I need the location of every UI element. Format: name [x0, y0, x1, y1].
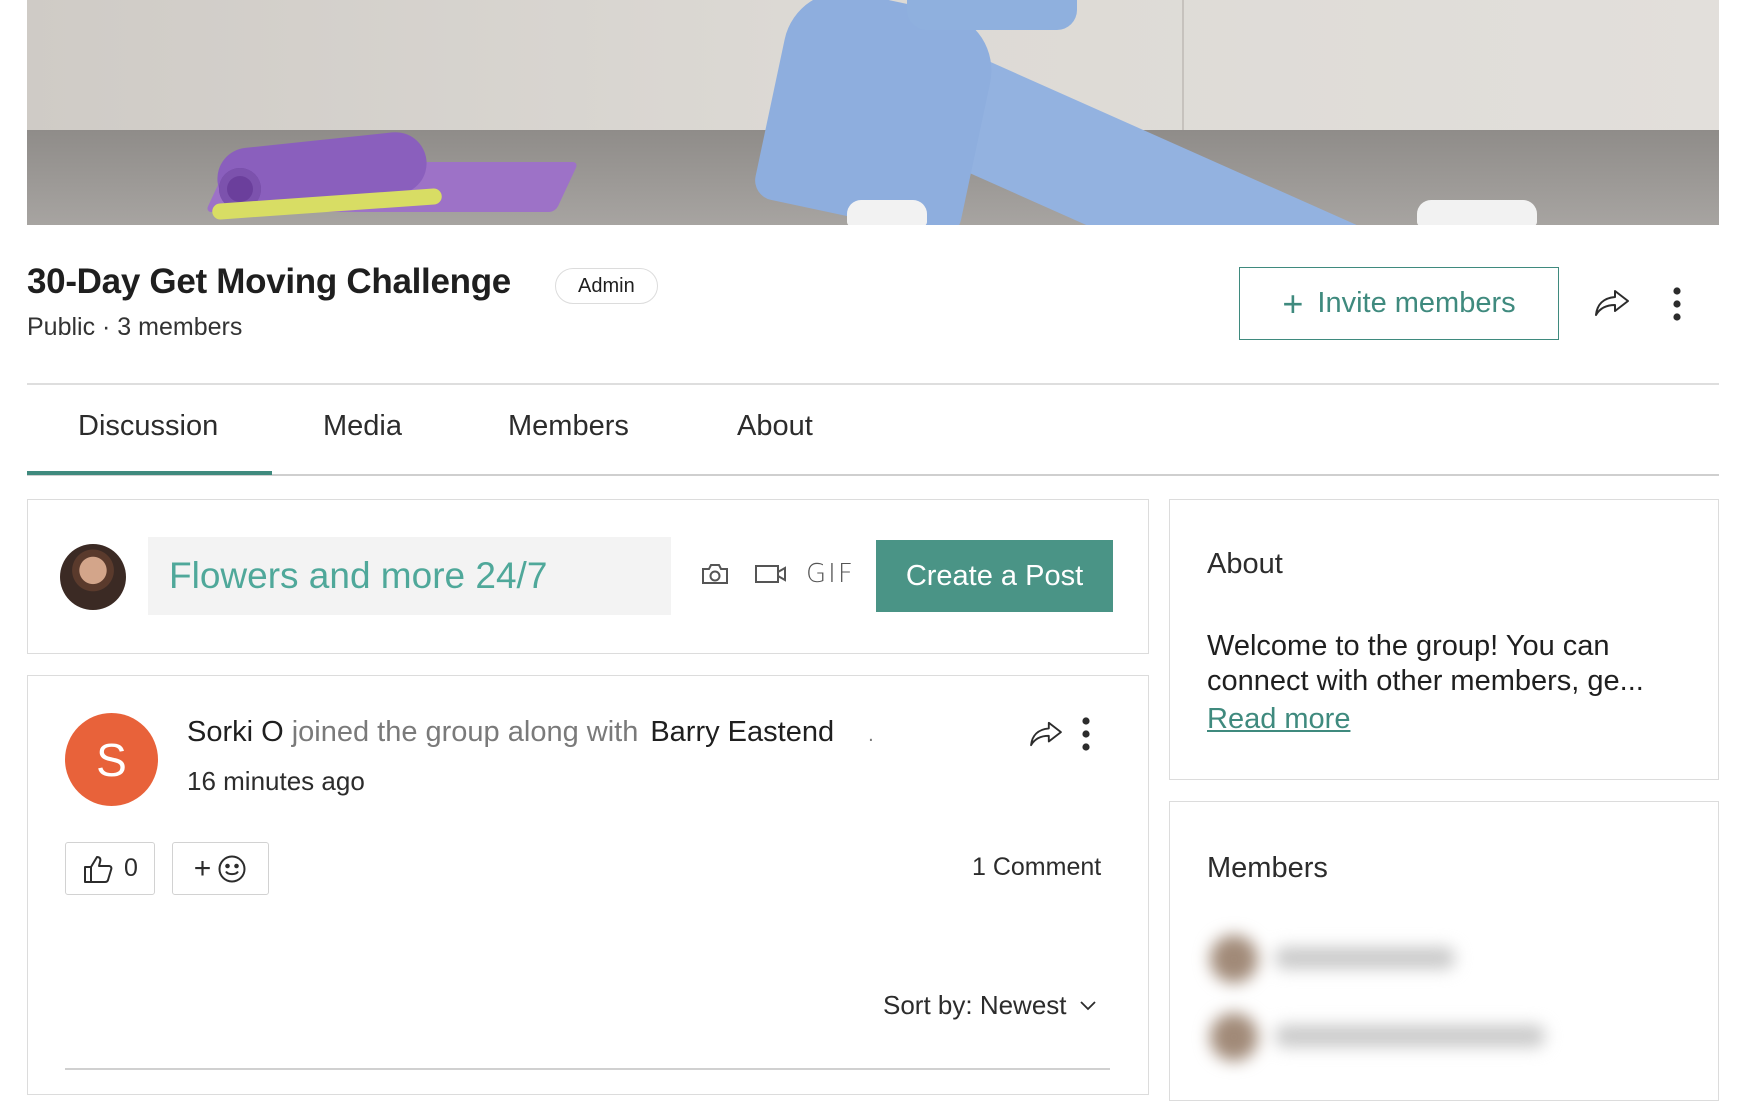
smiley-icon [218, 855, 246, 882]
plus-icon: + [1282, 282, 1304, 324]
about-title: About [1207, 548, 1283, 580]
post-more-icon[interactable] [1081, 716, 1091, 757]
tab-members[interactable]: Members [508, 410, 629, 443]
members-title: Members [1207, 852, 1328, 884]
add-reaction-button[interactable]: + [172, 842, 269, 895]
invite-members-button[interactable]: + Invite members [1239, 267, 1559, 340]
member-item[interactable] [1200, 1003, 1570, 1061]
invite-members-label: Invite members [1317, 287, 1516, 319]
share-icon[interactable] [1593, 288, 1631, 323]
video-icon[interactable] [754, 562, 788, 591]
gif-button[interactable]: GIF [806, 559, 855, 589]
post-avatar[interactable]: S [65, 713, 158, 806]
divider [27, 383, 1719, 385]
sort-label: Sort by: Newest [883, 990, 1067, 1020]
sort-dropdown[interactable]: Sort by: Newest [883, 990, 1097, 1021]
chevron-down-icon [1079, 1000, 1096, 1010]
like-count: 0 [124, 854, 138, 882]
post-trailing: . [868, 724, 874, 746]
cover-photo [27, 0, 1719, 225]
post-timestamp: 16 minutes ago [187, 766, 365, 796]
post-author[interactable]: Sorki O [187, 716, 284, 749]
plus-icon: + [193, 851, 212, 885]
tabs-divider [27, 474, 1719, 476]
active-tab-indicator [27, 471, 272, 475]
divider [65, 1068, 1110, 1070]
post-input[interactable]: Flowers and more 24/7 [148, 537, 671, 615]
member-item[interactable] [1200, 925, 1470, 990]
tab-about[interactable]: About [737, 410, 813, 443]
avatar[interactable] [60, 544, 126, 610]
read-more-link[interactable]: Read more [1207, 703, 1350, 736]
post-share-icon[interactable] [1028, 720, 1064, 753]
like-button[interactable]: 0 [65, 842, 155, 895]
admin-badge: Admin [555, 268, 658, 304]
group-title: 30-Day Get Moving Challenge [27, 262, 511, 301]
create-post-button[interactable]: Create a Post [876, 540, 1113, 612]
tab-discussion[interactable]: Discussion [78, 410, 218, 443]
more-vertical-icon[interactable] [1672, 286, 1682, 327]
post-action-text: joined the group along with [291, 716, 639, 748]
post-other-member[interactable]: Barry Eastend [650, 716, 834, 749]
group-meta: Public · 3 members [27, 313, 243, 341]
camera-icon[interactable] [700, 562, 730, 591]
post-headline: Sorki O joined the group along with Barr… [187, 716, 874, 749]
comment-count-link[interactable]: 1 Comment [972, 853, 1101, 882]
thumbs-up-icon [84, 855, 113, 883]
tab-media[interactable]: Media [323, 410, 402, 443]
about-text: Welcome to the group! You can connect wi… [1207, 630, 1644, 697]
